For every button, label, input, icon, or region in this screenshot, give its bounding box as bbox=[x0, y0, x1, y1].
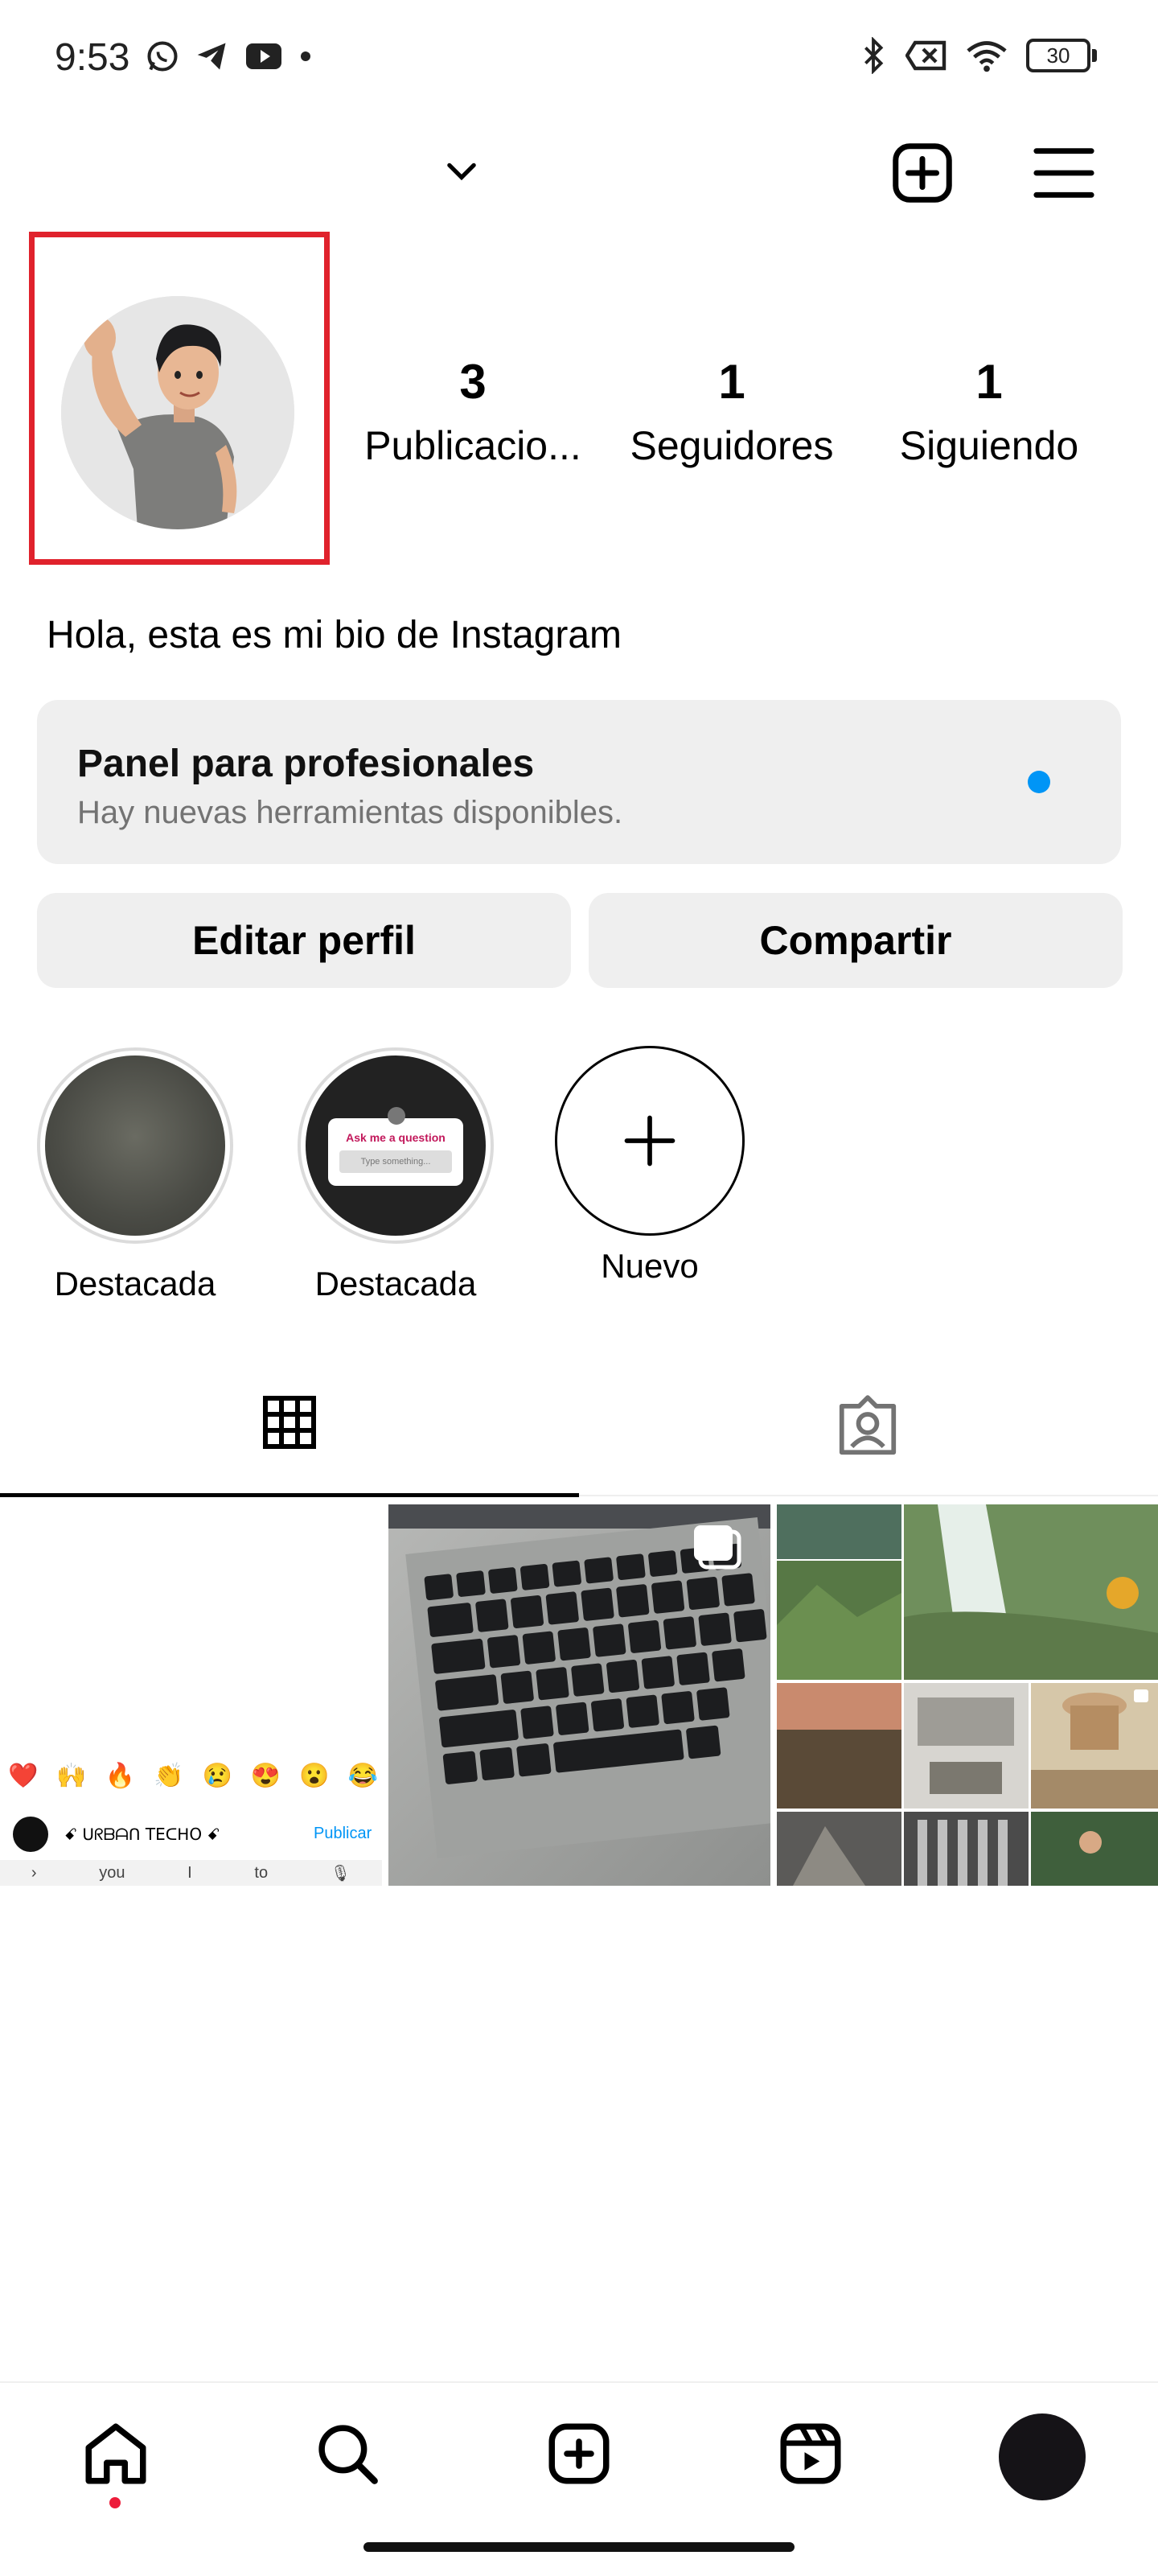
highlight-ring bbox=[37, 1047, 233, 1244]
stat-following-count: 1 bbox=[975, 355, 1003, 409]
whatsapp-icon bbox=[147, 41, 178, 72]
post-thumbnail[interactable]: ❤️ 🙌 🔥 👏 😢 😍 😮 😂 ꗃ ᑌᖇᗷᗩᑎ TEᑕᕼO ꗃ Publica… bbox=[0, 1504, 382, 1886]
plus-icon bbox=[624, 1115, 676, 1167]
emoji-fire: 🔥 bbox=[105, 1763, 136, 1789]
emoji-wow: 😮 bbox=[299, 1763, 330, 1789]
reels-icon bbox=[780, 2423, 841, 2484]
stat-posts[interactable]: 3 Publicacio... bbox=[360, 354, 585, 469]
keyboard-suggestions: › you I to 🎙 bbox=[0, 1860, 382, 1886]
avatar-illustration bbox=[61, 296, 294, 529]
post-thumbnail[interactable] bbox=[388, 1504, 770, 1886]
create-post-button[interactable] bbox=[886, 137, 959, 209]
nav-reels[interactable] bbox=[770, 2413, 851, 2494]
emoji-clap: 👏 bbox=[154, 1763, 184, 1789]
search-icon bbox=[318, 2425, 378, 2484]
status-time: 9:53 bbox=[55, 36, 130, 79]
profile-avatar[interactable] bbox=[61, 296, 294, 529]
emoji-raised-hands: 🙌 bbox=[56, 1763, 87, 1789]
sticker-title: Ask me a question bbox=[346, 1131, 446, 1144]
hamburger-icon bbox=[1033, 148, 1094, 198]
collage-photo bbox=[777, 1504, 1158, 1886]
nav-create[interactable] bbox=[539, 2413, 619, 2494]
nav-home[interactable] bbox=[76, 2413, 156, 2494]
emoji-row: ❤️ 🙌 🔥 👏 😢 😍 😮 😂 bbox=[8, 1762, 378, 1790]
highlight-cover: Ask me a question Type something... bbox=[306, 1056, 486, 1236]
emoji-cry: 😢 bbox=[202, 1763, 232, 1789]
edit-profile-button[interactable]: Editar perfil bbox=[37, 893, 571, 988]
highlight-label: Destacada bbox=[314, 1265, 477, 1302]
create-icon bbox=[548, 2423, 610, 2484]
sticker-avatar bbox=[388, 1107, 405, 1125]
telegram-icon bbox=[197, 43, 226, 70]
chevron-down-icon[interactable] bbox=[441, 151, 482, 193]
suggestion-arrow: › bbox=[31, 1863, 37, 1882]
comment-username: ꗃ ᑌᖇᗷᗩᑎ TEᑕᕼO ꗃ bbox=[64, 1825, 220, 1844]
emoji-heart-eyes: 😍 bbox=[250, 1763, 281, 1789]
sticker-input: Type something... bbox=[339, 1150, 452, 1173]
stat-followers[interactable]: 1 Seguidores bbox=[619, 354, 844, 469]
bluetooth-icon bbox=[864, 37, 884, 74]
panel-title: Panel para profesionales bbox=[77, 743, 535, 785]
professional-dashboard-card[interactable]: Panel para profesionales Hay nuevas herr… bbox=[37, 700, 1121, 864]
no-sim-icon bbox=[905, 40, 947, 71]
publish-label: Publicar bbox=[314, 1825, 372, 1842]
question-sticker: Ask me a question Type something... bbox=[328, 1107, 463, 1186]
active-tab-indicator bbox=[0, 1493, 579, 1497]
profile-avatar[interactable] bbox=[999, 2413, 1086, 2500]
suggestion: to bbox=[254, 1863, 269, 1882]
system-home-indicator[interactable] bbox=[363, 2542, 795, 2552]
battery-icon: 30 bbox=[1026, 39, 1097, 72]
status-left-icons bbox=[145, 39, 314, 74]
youtube-icon bbox=[246, 43, 281, 69]
emoji-heart: ❤️ bbox=[8, 1763, 39, 1789]
stat-following-label: Siguiendo bbox=[899, 423, 1079, 468]
highlight-item[interactable] bbox=[37, 1047, 233, 1244]
share-profile-button[interactable]: Compartir bbox=[589, 893, 1123, 988]
menu-button[interactable] bbox=[1028, 137, 1100, 209]
nav-search[interactable] bbox=[307, 2413, 388, 2494]
new-highlight-label: Nuevo bbox=[601, 1247, 699, 1285]
stat-followers-count: 1 bbox=[718, 355, 745, 409]
highlight-label: Destacada bbox=[54, 1265, 216, 1302]
suggestion: you bbox=[99, 1863, 125, 1882]
panel-subtitle: Hay nuevas herramientas disponibles. bbox=[77, 795, 623, 830]
tab-grid[interactable] bbox=[257, 1390, 322, 1455]
stat-followers-label: Seguidores bbox=[630, 423, 834, 468]
dot-icon bbox=[301, 51, 310, 61]
laptop-photo bbox=[388, 1504, 770, 1886]
tab-divider bbox=[579, 1495, 1158, 1496]
notification-dot bbox=[109, 2497, 121, 2508]
stat-following[interactable]: 1 Siguiendo bbox=[877, 354, 1102, 469]
mic-icon: 🎙 bbox=[330, 1864, 351, 1883]
post-thumbnail[interactable] bbox=[777, 1504, 1158, 1886]
tagged-person-icon bbox=[839, 1395, 897, 1455]
stat-posts-count: 3 bbox=[459, 355, 487, 409]
new-indicator-dot bbox=[1028, 771, 1050, 793]
highlight-cover bbox=[45, 1056, 225, 1236]
status-right-icons: 30 bbox=[859, 37, 1097, 74]
wifi-icon bbox=[967, 41, 1007, 72]
grid-icon bbox=[263, 1396, 316, 1449]
plus-square-icon bbox=[893, 143, 952, 203]
profile-bio: Hola, esta es mi bio de Instagram bbox=[47, 614, 622, 656]
stat-posts-label: Publicacio... bbox=[364, 423, 581, 468]
highlight-ring: Ask me a question Type something... bbox=[298, 1047, 494, 1244]
tab-tagged[interactable] bbox=[833, 1392, 902, 1461]
suggestion: I bbox=[187, 1863, 192, 1882]
home-icon bbox=[85, 2423, 146, 2484]
highlight-item[interactable]: Ask me a question Type something... bbox=[298, 1047, 494, 1244]
comment-avatar bbox=[13, 1817, 48, 1852]
new-highlight-button[interactable] bbox=[555, 1046, 745, 1236]
multi-post-icon bbox=[388, 1504, 389, 1505]
emoji-laugh: 😂 bbox=[347, 1763, 378, 1789]
